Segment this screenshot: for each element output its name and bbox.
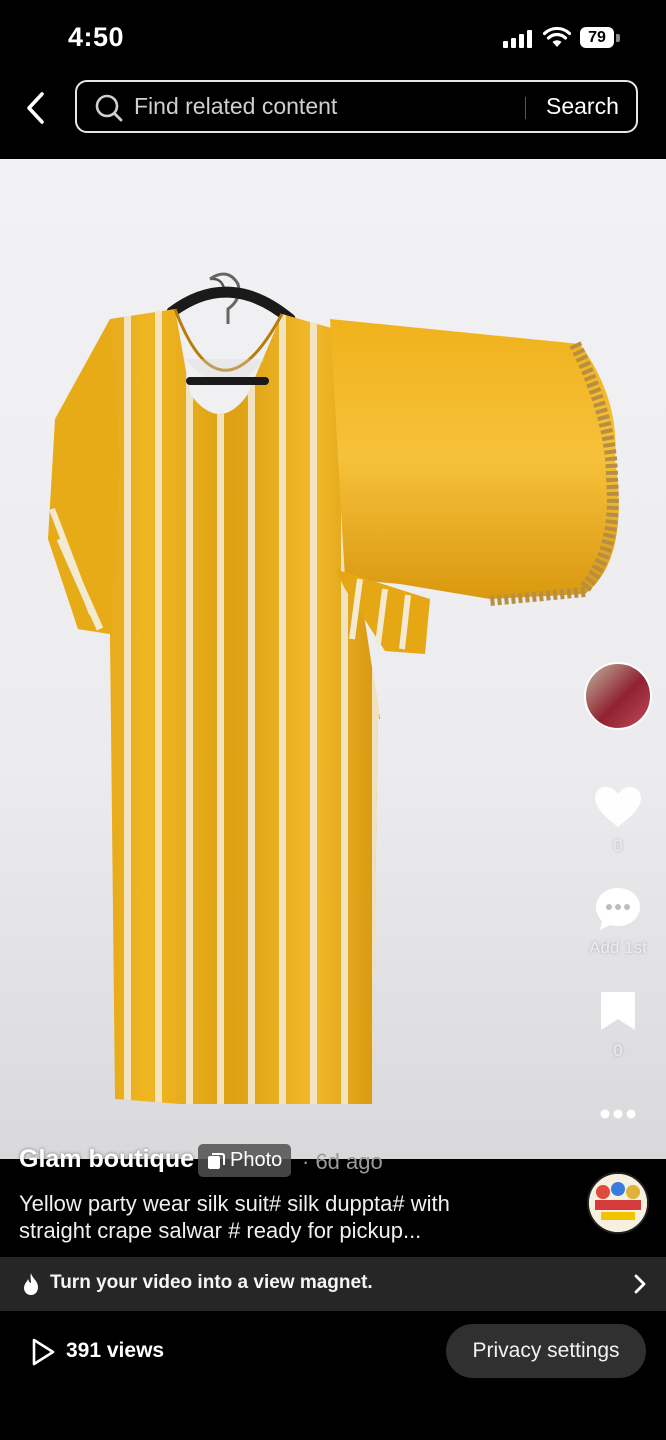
post-caption[interactable]: Yellow party wear silk suit# silk duppta…	[19, 1190, 559, 1244]
comment-icon[interactable]	[594, 886, 642, 932]
photo-badge-label: Photo	[230, 1149, 283, 1171]
battery-level: 79	[580, 27, 614, 48]
bookmark-icon[interactable]	[599, 990, 637, 1032]
creator-avatar[interactable]	[584, 662, 652, 730]
photo-badge: Photo	[198, 1144, 292, 1177]
music-disc-icon[interactable]	[587, 1172, 649, 1234]
search-icon	[95, 94, 123, 122]
post-photo[interactable]	[0, 159, 666, 1159]
chevron-right-icon[interactable]	[632, 1273, 648, 1295]
wifi-icon	[543, 26, 571, 47]
search-divider	[525, 97, 526, 119]
privacy-settings-button[interactable]: Privacy settings	[446, 1324, 646, 1378]
caption-line: straight crape salwar # ready for pickup…	[19, 1218, 422, 1243]
save-count: 0	[613, 1041, 623, 1060]
account-name[interactable]: Glam boutique	[19, 1145, 194, 1174]
play-icon	[32, 1338, 55, 1366]
cellular-signal-icon	[503, 30, 533, 48]
comment-count: Add 1st	[589, 938, 647, 957]
status-time: 4:50	[68, 22, 125, 52]
battery-cap	[616, 34, 620, 42]
search-button[interactable]: Search	[546, 93, 619, 120]
view-count: 391 views	[66, 1339, 165, 1362]
post-time: · 6d ago	[302, 1149, 383, 1174]
photo-stack-icon	[208, 1152, 225, 1169]
like-count: 0	[613, 836, 623, 855]
caption-line: Yellow party wear silk suit# silk duppta…	[19, 1191, 450, 1216]
heart-icon[interactable]	[593, 785, 643, 829]
more-options-icon[interactable]	[600, 1108, 636, 1120]
suit-illustration	[48, 272, 619, 1104]
back-arrow-icon[interactable]	[22, 90, 50, 126]
flame-icon	[24, 1273, 38, 1295]
promo-text[interactable]: Turn your video into a view magnet.	[50, 1272, 373, 1294]
search-input[interactable]: Find related content	[134, 93, 337, 120]
